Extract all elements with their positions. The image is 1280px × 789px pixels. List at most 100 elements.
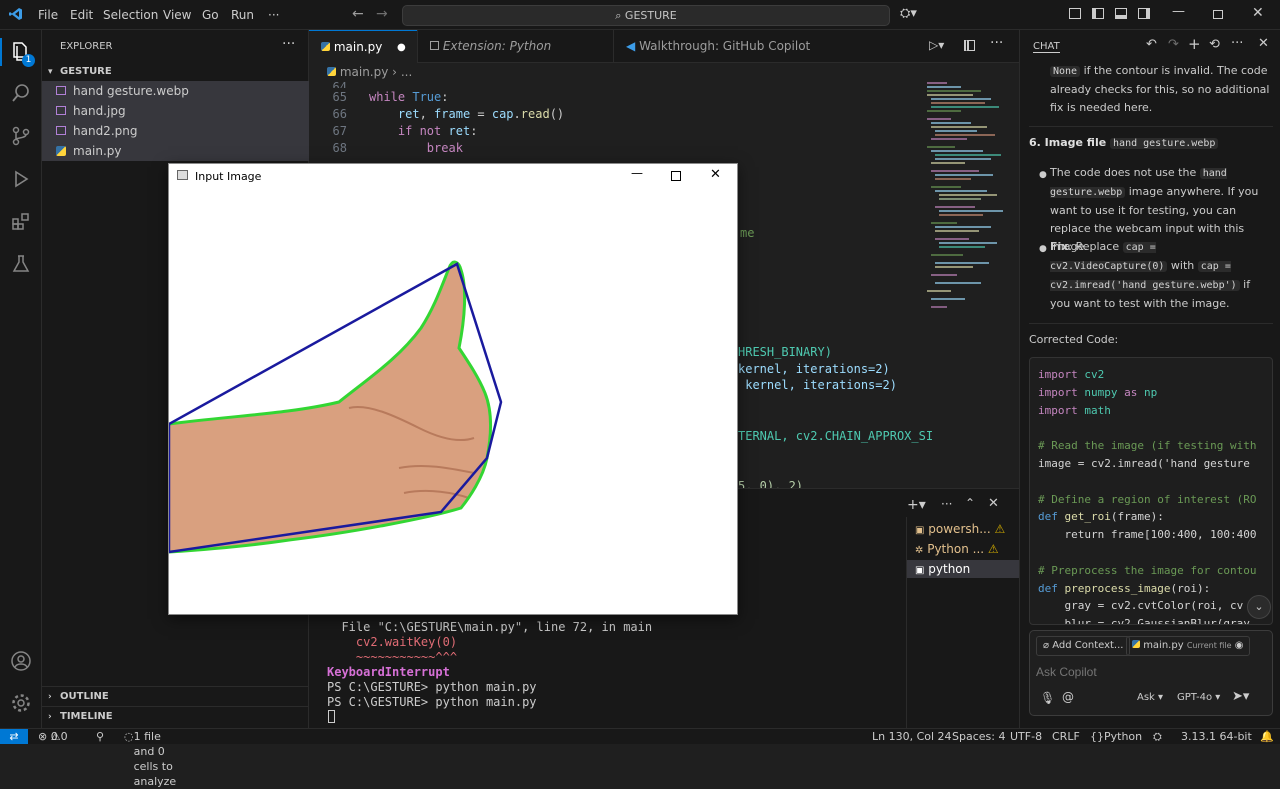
context-file-chip[interactable]: main.py Current file ◉ [1126,636,1250,656]
chevron-down-icon: ▾ [48,67,53,77]
code-line: ret, frame = cap.read() [397,107,565,121]
toggle-primary-sidebar-icon[interactable] [1092,8,1104,19]
toggle-sidebar-icon[interactable] [1069,8,1081,19]
run-debug-icon[interactable] [9,169,33,193]
menu-run[interactable]: Run [231,8,254,22]
settings-gear-icon[interactable] [9,692,33,716]
eye-icon[interactable]: ◉ [1235,640,1244,651]
copilot-chat-panel: CHAT ↶ ↷ + ⟲ ··· ✕ None if the contour i… [1019,30,1280,728]
restore-icon[interactable] [1213,10,1223,19]
extensions-icon[interactable] [9,211,33,235]
split-editor-icon[interactable] [964,40,975,51]
menu-more[interactable]: ··· [268,8,279,22]
breadcrumb-more[interactable]: ... [401,65,412,79]
indentation[interactable]: Spaces: 4 [952,729,1005,744]
menu-view[interactable]: View [163,8,191,22]
accounts-icon[interactable] [9,650,33,674]
back-arrow-icon[interactable]: ← [352,6,364,22]
chevron-right-icon: › [48,712,52,722]
close-icon[interactable]: ✕ [710,167,721,182]
file-item-hand-jpg[interactable]: hand.jpg [42,101,309,121]
minimize-icon[interactable]: — [631,166,643,180]
chat-more-icon[interactable]: ··· [1231,36,1243,51]
mode-select[interactable]: Ask ▾ [1137,692,1163,703]
python-file-icon [1132,640,1140,648]
command-center-search[interactable]: ⌕ GESTURE [402,5,890,26]
testing-flask-icon[interactable] [9,254,33,278]
close-panel-icon[interactable]: ✕ [988,496,999,511]
encoding[interactable]: UTF-8 [1010,729,1042,744]
forward-arrow-icon[interactable]: → [376,6,388,22]
toggle-panel-icon[interactable] [1115,8,1127,19]
code-block[interactable]: import cv2 import numpy as np import math … [1029,357,1273,625]
chevron-right-icon: › [48,692,52,702]
history-icon[interactable]: ⟲ [1209,37,1220,52]
search-view-icon[interactable] [9,83,33,107]
copilot-status-icon[interactable]: ⛭ [1153,729,1162,744]
notifications-bell-icon[interactable]: 🔔 [1260,729,1274,744]
menu-file[interactable]: File [38,8,58,22]
new-terminal-icon[interactable]: +▾ [907,497,926,513]
close-chat-icon[interactable]: ✕ [1258,36,1269,51]
python-interpreter[interactable]: 3.13.1 64-bit [1181,729,1252,744]
terminal-session-python-debug[interactable]: ✲ Python ... ⚠ [907,540,1019,558]
analyze-status[interactable]: ◌ 1 file and 0 cells to analyze [124,729,176,788]
terminal-session-powershell[interactable]: ▣ powersh... ⚠ [907,520,1019,538]
file-item-hand-gesture-webp[interactable]: hand gesture.webp [42,81,309,101]
tab-extension-python-debugger[interactable]: Extension: Python Debugger [417,30,613,86]
maximize-icon[interactable] [671,171,681,181]
terminal-line: File "C:\GESTURE\main.py", line 72, in m… [327,620,653,634]
remote-icon[interactable]: ⇄ [0,729,28,744]
problems-indicator[interactable]: ⊗ 0 ⚠ 0 [38,729,68,744]
model-select[interactable]: GPT-4o ▾ [1177,692,1220,703]
menu-selection[interactable]: Selection [103,8,158,22]
terminal-session-python[interactable]: ▣ python [907,560,1019,578]
breadcrumb-file[interactable]: main.py [340,65,389,79]
input-image-window[interactable]: Input Image — ✕ [168,163,738,615]
line-number: 64 [332,80,347,88]
terminal-line: KeyboardInterrupt [327,665,450,679]
close-window-icon[interactable]: ✕ [1252,5,1264,21]
maximize-panel-icon[interactable]: ⌃ [965,496,975,510]
chat-input[interactable] [1036,663,1266,681]
redo-icon[interactable]: ↷ [1168,37,1179,52]
file-item-main-py[interactable]: main.py [42,141,309,161]
undo-icon[interactable]: ↶ [1146,37,1157,52]
code-block-line: import math [1038,403,1111,417]
run-python-icon[interactable]: ▷▾ [929,38,944,52]
unsaved-dot-icon[interactable]: ● [397,31,406,64]
chat-header[interactable]: CHAT [1033,41,1060,53]
add-context-button[interactable]: ⌀ Add Context... [1036,636,1131,656]
minimap[interactable] [921,79,1011,319]
toggle-secondary-sidebar-icon[interactable] [1138,8,1150,19]
tab-main-py[interactable]: main.py ● [309,30,417,63]
debug-toggle-icon[interactable]: ⚲ [96,729,104,744]
send-icon[interactable]: ➤▾ [1232,689,1249,704]
explorer-header: EXPLORER [60,41,113,52]
menu-go[interactable]: Go [202,8,219,22]
scroll-down-icon[interactable]: ⌄ [1247,595,1271,619]
code-block-line: image = cv2.imread('hand gesture [1038,456,1250,470]
mention-icon[interactable]: @ [1062,690,1074,704]
microphone-icon[interactable]: 🎙 [1040,691,1055,705]
folder-gesture[interactable]: ▾ GESTURE [42,62,309,82]
cursor-position[interactable]: Ln 130, Col 24 [872,729,952,744]
timeline-section[interactable]: › TIMELINE [42,706,309,726]
explorer-more-icon[interactable]: ··· [282,36,295,52]
more-actions-icon[interactable]: ··· [941,497,952,511]
copilot-icon[interactable]: ⛭▾ [900,6,917,21]
session-label: python [928,562,971,576]
outline-section[interactable]: › OUTLINE [42,686,309,706]
menu-edit[interactable]: Edit [70,8,93,22]
tab-walkthrough[interactable]: ◀ Walkthrough: GitHub Copilot Chat [613,30,833,86]
source-control-icon[interactable] [9,126,33,150]
code-block-line: import numpy as np [1038,385,1158,399]
editor-more-icon[interactable]: ··· [990,35,1003,51]
line-endings[interactable]: CRLF [1052,729,1080,744]
file-item-hand2-png[interactable]: hand2.png [42,121,309,141]
language-mode[interactable]: {} Python [1090,729,1142,744]
new-chat-icon[interactable]: + [1188,35,1201,53]
image-window-titlebar[interactable]: Input Image — ✕ [169,164,737,188]
breadcrumb: main.py › ... [327,65,412,79]
minimize-icon[interactable]: — [1172,4,1185,19]
